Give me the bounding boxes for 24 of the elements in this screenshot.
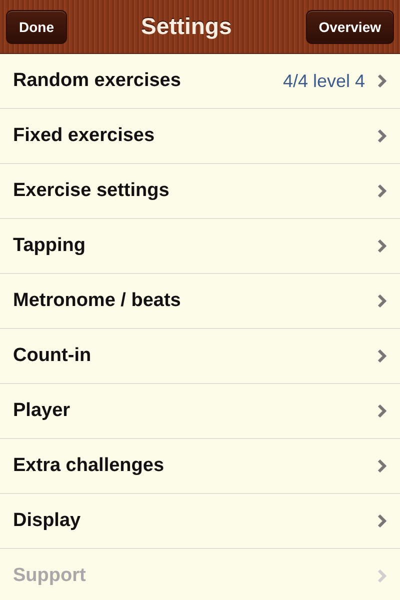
row-label: Exercise settings xyxy=(13,180,170,202)
chevron-icon xyxy=(377,294,387,308)
chevron-icon xyxy=(377,349,387,363)
chevron-icon xyxy=(377,404,387,418)
row-label: Support xyxy=(13,565,87,587)
overview-button[interactable]: Overview xyxy=(306,10,394,44)
nav-title: Settings xyxy=(141,13,232,40)
chevron-icon xyxy=(377,129,387,143)
row-label: Metronome / beats xyxy=(13,290,182,312)
chevron-icon xyxy=(377,74,387,88)
row-label: Display xyxy=(13,510,82,532)
done-button[interactable]: Done xyxy=(6,10,67,44)
row-label: Player xyxy=(13,400,72,422)
row-label: Extra challenges xyxy=(13,455,166,477)
row-label: Fixed exercises xyxy=(13,125,156,147)
chevron-icon xyxy=(377,239,387,253)
chevron-icon xyxy=(377,569,387,583)
chevron-icon xyxy=(377,184,387,198)
row-label: Tapping xyxy=(13,235,86,257)
row-label: Random exercises xyxy=(13,70,182,92)
chevron-icon xyxy=(377,459,387,473)
chevron-icon xyxy=(377,514,387,528)
row-detail: 4/4 level 4 xyxy=(282,70,365,92)
row-label: Count-in xyxy=(13,345,92,367)
